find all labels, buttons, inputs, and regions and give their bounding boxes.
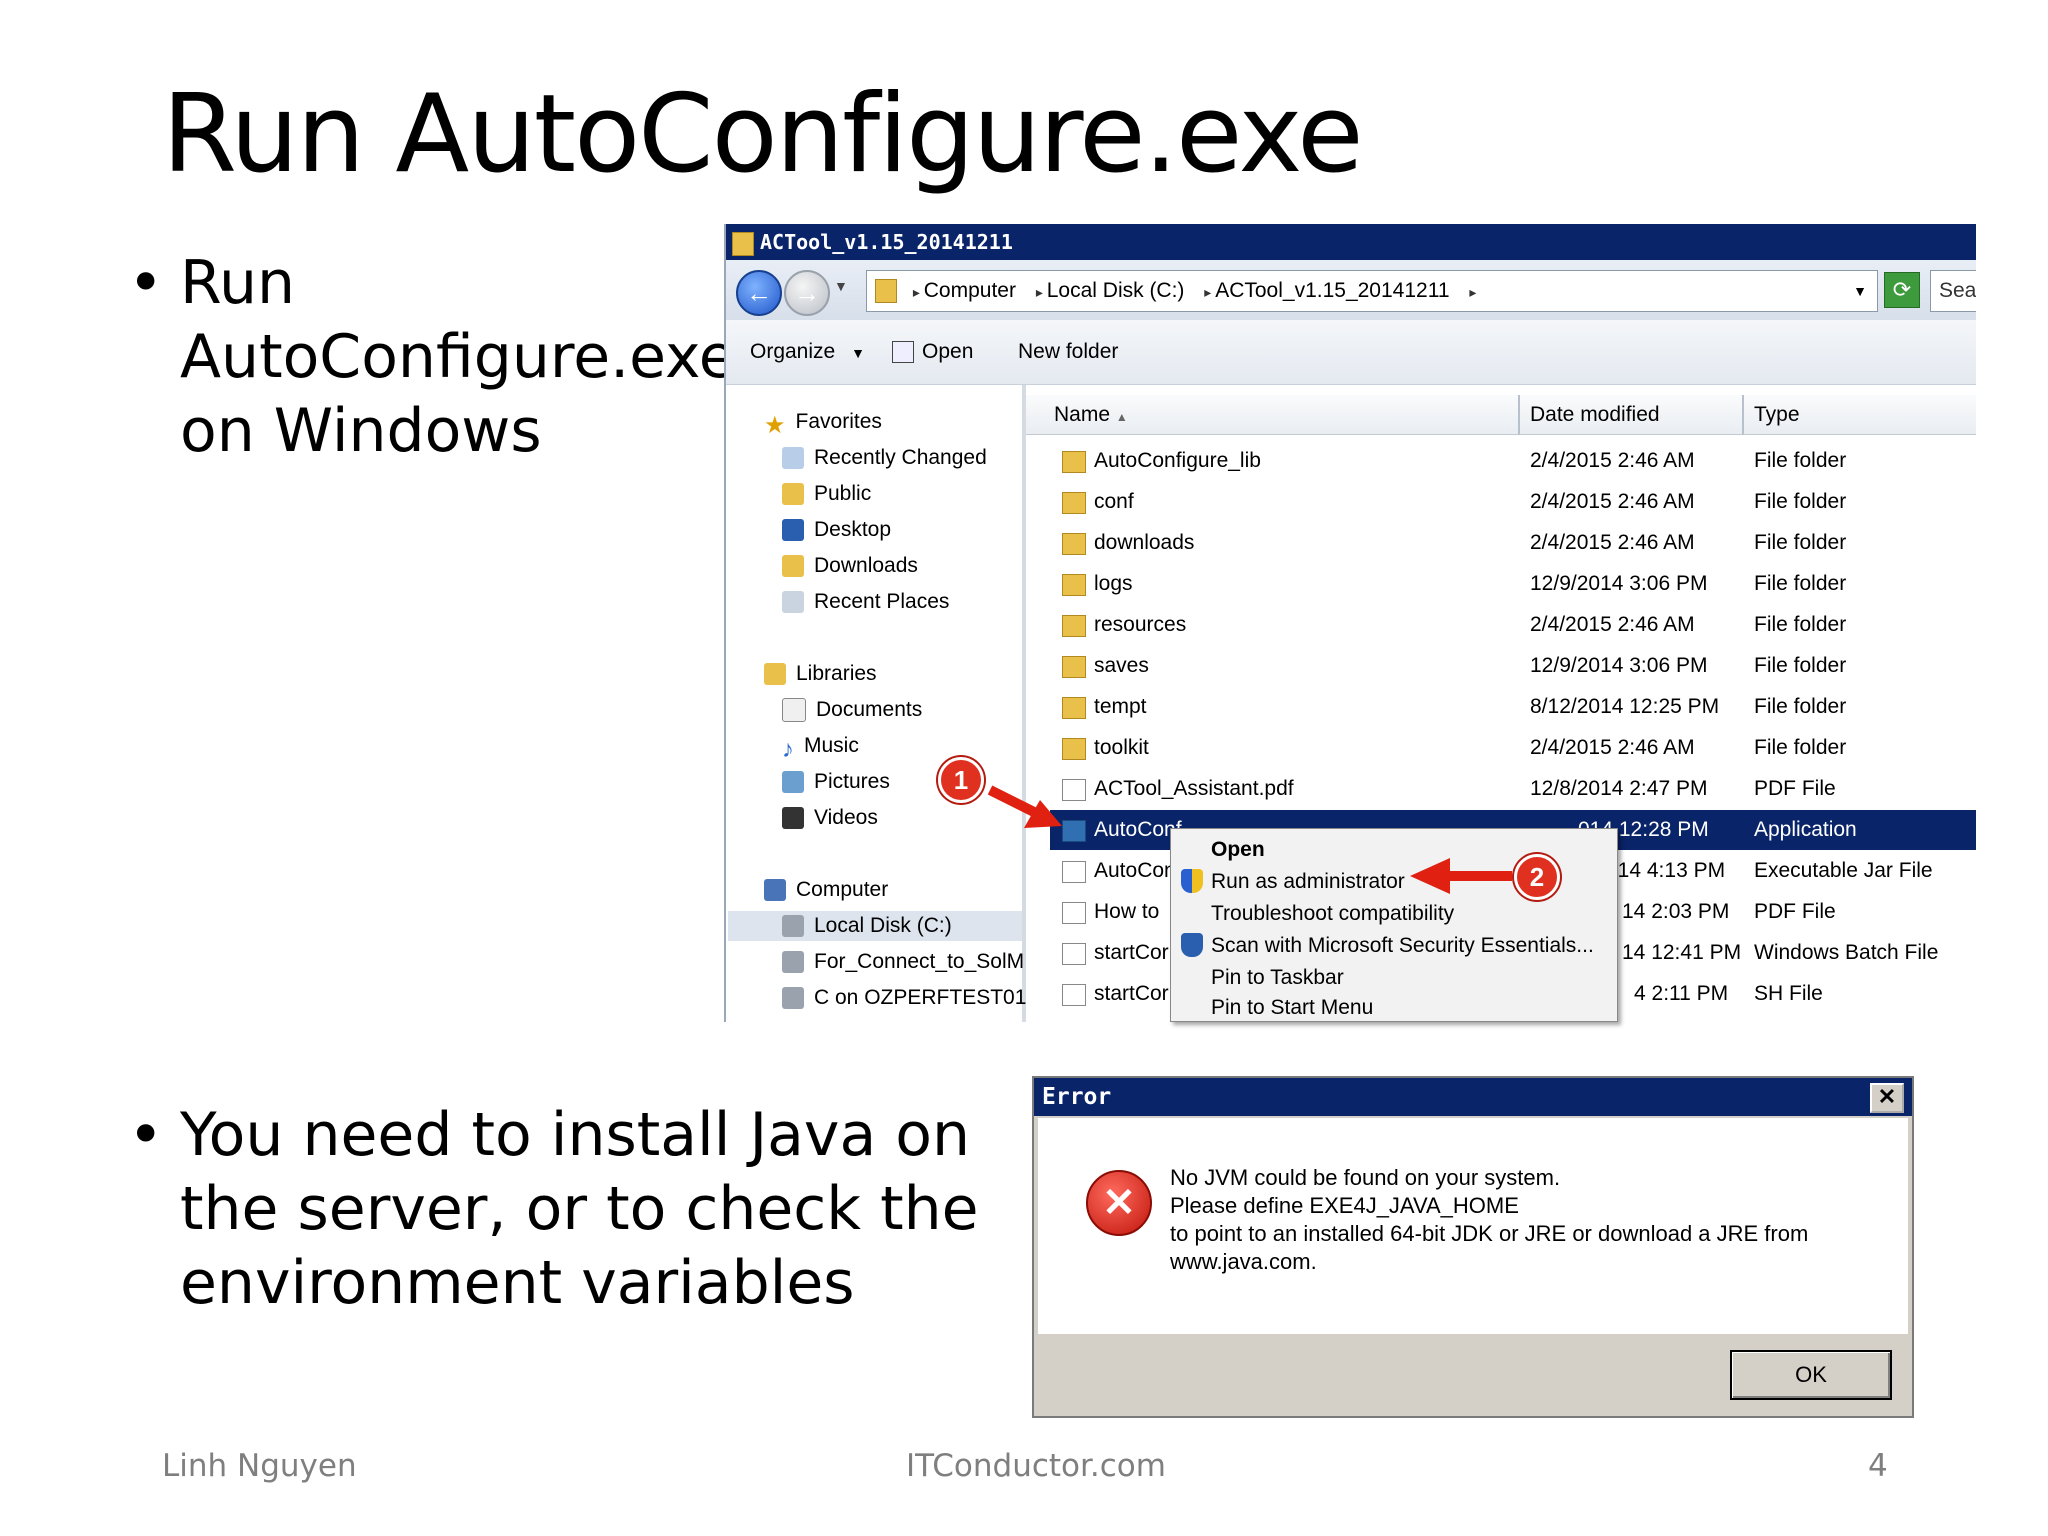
arrow-2-head-icon [1410, 858, 1450, 894]
error-icon: ✕ [1086, 1170, 1152, 1236]
error-dialog: Error ✕ ✕ No JVM could be found on your … [1032, 1076, 1914, 1418]
footer-site: ITConductor.com [906, 1448, 1166, 1484]
error-line: No JVM could be found on your system. [1170, 1165, 1561, 1190]
error-line: www.java.com. [1170, 1249, 1317, 1274]
error-dialog-body: ✕ No JVM could be found on your system. … [1038, 1118, 1908, 1334]
error-line: Please define EXE4J_JAVA_HOME [1170, 1193, 1519, 1218]
bullet-dot: • [128, 1100, 164, 1170]
bullet-java-text: You need to install Java on the server, … [180, 1100, 979, 1318]
error-dialog-title: Error [1034, 1078, 1912, 1116]
error-message: No JVM could be found on your system. Pl… [1170, 1164, 1808, 1276]
error-line: to point to an installed 64-bit JDK or J… [1170, 1221, 1809, 1246]
arrow-1-icon [987, 785, 1043, 820]
footer-author: Linh Nguyen [162, 1448, 357, 1484]
ok-button[interactable]: OK [1730, 1350, 1892, 1400]
bullet-java: • You need to install Java on the server… [128, 1098, 1000, 1320]
close-icon[interactable]: ✕ [1870, 1083, 1904, 1113]
slide-number: 4 [1868, 1448, 1888, 1484]
step-marker-2: 2 [1514, 854, 1560, 900]
step-marker-1: 1 [938, 757, 984, 803]
